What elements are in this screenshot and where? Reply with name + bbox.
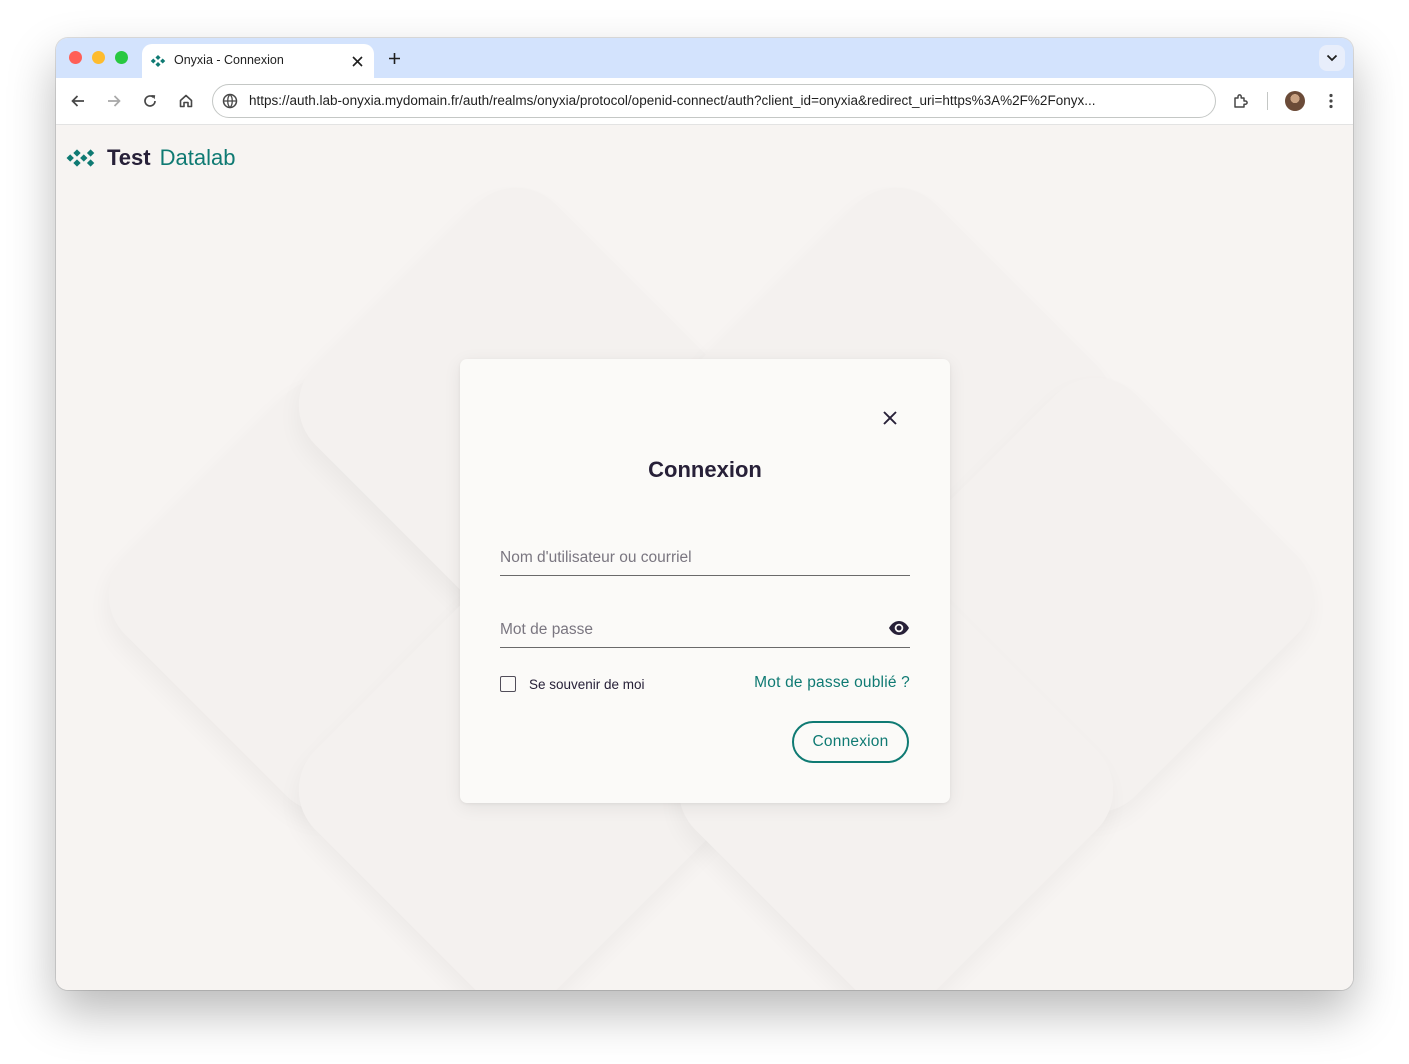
forward-arrow-icon[interactable]: [102, 89, 126, 113]
minimize-window-button[interactable]: [92, 51, 105, 64]
site-info-globe-icon[interactable]: [221, 92, 239, 110]
login-page: Test Datalab Connexion Se sou: [56, 125, 1353, 990]
password-input[interactable]: [500, 617, 860, 643]
tab-strip: Onyxia - Connexion: [56, 38, 1353, 78]
brand-name-main: Test: [107, 145, 151, 170]
home-icon[interactable]: [174, 89, 198, 113]
forgot-password-link[interactable]: Mot de passe oublié ?: [754, 674, 910, 692]
tab-close-icon[interactable]: [348, 52, 366, 70]
remember-me-option[interactable]: Se souvenir de moi: [500, 674, 645, 694]
close-window-button[interactable]: [69, 51, 82, 64]
onyxia-logo-icon: [66, 149, 95, 167]
remember-me-checkbox[interactable]: [500, 676, 516, 692]
tab-search-chevron-down-icon[interactable]: [1319, 45, 1345, 71]
profile-avatar[interactable]: [1285, 91, 1305, 111]
show-password-eye-icon[interactable]: [888, 620, 910, 636]
remember-me-label: Se souvenir de moi: [529, 676, 645, 692]
extensions-puzzle-icon[interactable]: [1229, 89, 1253, 113]
browser-tab-active[interactable]: Onyxia - Connexion: [142, 44, 374, 78]
new-tab-plus-icon[interactable]: [384, 48, 404, 68]
browser-toolbar: https://auth.lab-onyxia.mydomain.fr/auth…: [56, 78, 1353, 125]
more-menu-icon[interactable]: [1319, 89, 1343, 113]
reload-icon[interactable]: [138, 89, 162, 113]
back-arrow-icon[interactable]: [66, 89, 90, 113]
maximize-window-button[interactable]: [115, 51, 128, 64]
brand-header[interactable]: Test Datalab: [66, 145, 235, 171]
close-icon[interactable]: [880, 408, 900, 428]
login-title: Connexion: [648, 457, 762, 482]
password-field: [500, 615, 910, 648]
tab-title: Onyxia - Connexion: [174, 53, 284, 67]
browser-window: Onyxia - Connexion https://auth.lab-onyx…: [56, 38, 1353, 990]
onyxia-favicon-icon: [150, 54, 166, 68]
username-input[interactable]: [500, 545, 860, 571]
login-submit-button[interactable]: Connexion: [792, 721, 909, 763]
toolbar-divider: [1267, 92, 1268, 110]
username-field: [500, 543, 910, 576]
login-card: Connexion Se souvenir de moi Mot de pass…: [460, 359, 950, 803]
address-bar-url: https://auth.lab-onyxia.mydomain.fr/auth…: [249, 93, 1096, 108]
address-bar[interactable]: https://auth.lab-onyxia.mydomain.fr/auth…: [212, 84, 1216, 118]
brand-name-accent: Datalab: [159, 145, 236, 170]
